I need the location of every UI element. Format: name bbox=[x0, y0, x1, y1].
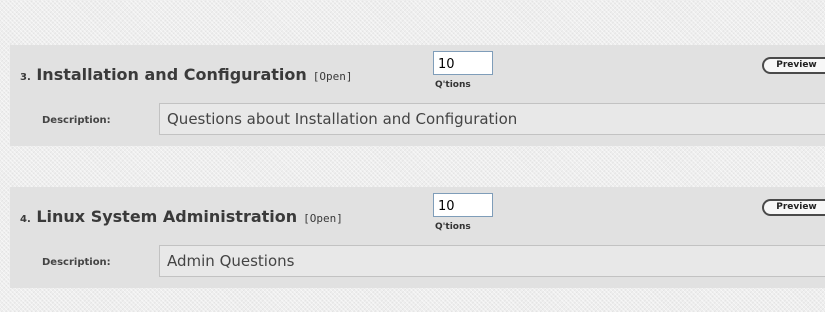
description-label: Description: bbox=[42, 257, 111, 268]
section-number: 3. bbox=[20, 72, 31, 83]
section-title: 3. Installation and Configuration [Open] bbox=[20, 65, 353, 84]
section-status: [Open] bbox=[303, 212, 343, 225]
description-label: Description: bbox=[42, 115, 111, 126]
section-number: 4. bbox=[20, 214, 31, 225]
section-header: 3. Installation and Configuration [Open] … bbox=[10, 45, 825, 96]
description-field[interactable]: Questions about Installation and Configu… bbox=[159, 103, 825, 135]
section-status: [Open] bbox=[312, 70, 353, 83]
section-title: 4. Linux System Administration [Open] bbox=[20, 207, 343, 226]
preview-button[interactable]: Preview bbox=[762, 199, 825, 216]
question-count-input[interactable] bbox=[433, 51, 493, 75]
questions-label: Q'tions bbox=[435, 80, 471, 90]
section-header: 4. Linux System Administration [Open] Q't… bbox=[10, 187, 825, 238]
section-linux-system-administration: 4. Linux System Administration [Open] Q't… bbox=[10, 187, 825, 288]
section-title-text: Linux System Administration bbox=[36, 207, 298, 226]
section-title-text: Installation and Configuration bbox=[36, 65, 307, 84]
section-installation-configuration: 3. Installation and Configuration [Open] … bbox=[10, 45, 825, 146]
description-field[interactable]: Admin Questions bbox=[159, 245, 825, 277]
description-row: Description: Questions about Installatio… bbox=[10, 96, 825, 147]
questions-label: Q'tions bbox=[435, 222, 471, 232]
preview-button[interactable]: Preview bbox=[762, 57, 825, 74]
description-row: Description: Admin Questions bbox=[10, 238, 825, 289]
question-count-input[interactable] bbox=[433, 193, 493, 217]
